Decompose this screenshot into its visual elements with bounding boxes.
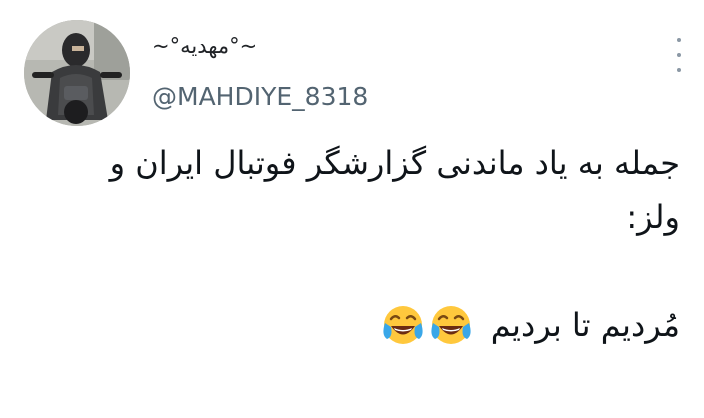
tweet-card: ~°مهدیه°~ @MAHDIYE_8318 جمله به یاد ماند… bbox=[0, 0, 704, 418]
user-handle[interactable]: @MAHDIYE_8318 bbox=[152, 82, 368, 111]
face-with-tears-of-joy-icon bbox=[431, 306, 471, 344]
display-name[interactable]: ~°مهدیه°~ bbox=[152, 34, 257, 58]
more-vertical-icon-dot bbox=[677, 53, 681, 57]
face-with-tears-of-joy-icon bbox=[383, 306, 423, 344]
tweet-text: جمله به یاد ماندنی گزارشگر فوتبال ایران … bbox=[40, 136, 680, 352]
avatar[interactable] bbox=[24, 20, 130, 126]
tweet-line-with-emoji: مُردیم تا بردیم bbox=[40, 298, 680, 352]
more-vertical-icon-dot bbox=[677, 68, 681, 72]
emoji-group bbox=[381, 303, 473, 347]
tweet-line: جمله به یاد ماندنی گزارشگر فوتبال ایران … bbox=[109, 144, 680, 182]
tweet-line: مُردیم تا بردیم bbox=[490, 306, 680, 344]
tweet-line: ولز: bbox=[626, 198, 680, 236]
user-avatar-icon bbox=[24, 20, 130, 126]
more-vertical-icon bbox=[677, 38, 681, 42]
more-options-button[interactable] bbox=[671, 38, 687, 72]
